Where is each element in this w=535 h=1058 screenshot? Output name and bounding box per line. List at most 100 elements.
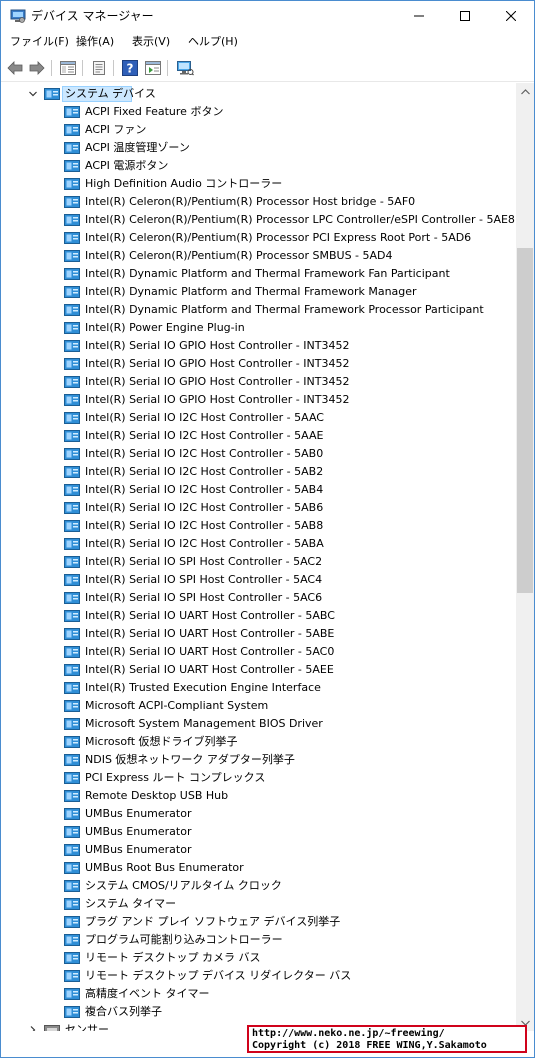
tree-item-device[interactable]: Intel(R) Dynamic Platform and Thermal Fr… xyxy=(1,265,516,283)
watermark-url: http://www.neko.ne.jp/~freewing/ xyxy=(252,1028,522,1040)
tree-item-label: Intel(R) Serial IO SPI Host Controller -… xyxy=(85,591,322,605)
system-device-icon xyxy=(64,177,80,191)
tree-item-label: 高精度イベント タイマー xyxy=(85,987,210,1001)
tree-item-device[interactable]: UMBus Enumerator xyxy=(1,805,516,823)
menu-file[interactable]: ファイル(F) xyxy=(10,35,69,49)
tree-item-device[interactable]: システム タイマー xyxy=(1,895,516,913)
system-device-icon xyxy=(64,537,80,551)
chevron-down-icon[interactable] xyxy=(28,89,38,99)
tree-item-device[interactable]: NDIS 仮想ネットワーク アダプター列挙子 xyxy=(1,751,516,769)
title-bar[interactable]: デバイス マネージャー xyxy=(1,1,534,31)
vertical-scrollbar[interactable] xyxy=(516,83,534,1031)
tree-item-device[interactable]: Intel(R) Dynamic Platform and Thermal Fr… xyxy=(1,301,516,319)
forward-button[interactable] xyxy=(28,59,46,77)
tree-item-label: Intel(R) Trusted Execution Engine Interf… xyxy=(85,681,321,695)
tree-item-device[interactable]: Intel(R) Celeron(R)/Pentium(R) Processor… xyxy=(1,229,516,247)
tree-item-device[interactable]: Intel(R) Serial IO UART Host Controller … xyxy=(1,661,516,679)
tree-item-label: Intel(R) Dynamic Platform and Thermal Fr… xyxy=(85,303,484,317)
show-hide-console-tree-button[interactable] xyxy=(59,59,77,77)
tree-item-device[interactable]: リモート デスクトップ カメラ バス xyxy=(1,949,516,967)
device-tree[interactable]: システム デバイス ACPI Fixed Feature ボタンACPI ファン… xyxy=(1,83,516,1031)
tree-item-device[interactable]: Intel(R) Serial IO UART Host Controller … xyxy=(1,643,516,661)
tree-item-label: Intel(R) Serial IO I2C Host Controller -… xyxy=(85,465,323,479)
tree-category-system-devices[interactable]: システム デバイス xyxy=(1,85,516,103)
tree-item-device[interactable]: Intel(R) Serial IO SPI Host Controller -… xyxy=(1,571,516,589)
tree-item-device[interactable]: システム CMOS/リアルタイム クロック xyxy=(1,877,516,895)
help-button[interactable]: ? xyxy=(121,59,139,77)
tree-item-device[interactable]: Intel(R) Serial IO UART Host Controller … xyxy=(1,607,516,625)
tree-item-label: Intel(R) Celeron(R)/Pentium(R) Processor… xyxy=(85,195,415,209)
tree-item-device[interactable]: Intel(R) Serial IO I2C Host Controller -… xyxy=(1,427,516,445)
tree-item-device[interactable]: Intel(R) Serial IO I2C Host Controller -… xyxy=(1,535,516,553)
close-button[interactable] xyxy=(488,1,534,31)
tree-item-device[interactable]: Intel(R) Serial IO GPIO Host Controller … xyxy=(1,355,516,373)
tree-item-device[interactable]: Intel(R) Dynamic Platform and Thermal Fr… xyxy=(1,283,516,301)
tree-item-device[interactable]: UMBus Enumerator xyxy=(1,841,516,859)
chevron-right-icon[interactable] xyxy=(28,1025,38,1031)
tree-item-device[interactable]: Intel(R) Celeron(R)/Pentium(R) Processor… xyxy=(1,247,516,265)
tree-item-device[interactable]: ACPI 電源ボタン xyxy=(1,157,516,175)
tree-item-device[interactable]: Intel(R) Serial IO GPIO Host Controller … xyxy=(1,337,516,355)
minimize-button[interactable] xyxy=(396,1,442,31)
menu-action[interactable]: 操作(A) xyxy=(76,35,114,49)
tree-item-device[interactable]: Microsoft System Management BIOS Driver xyxy=(1,715,516,733)
maximize-button[interactable] xyxy=(442,1,488,31)
tree-item-device[interactable]: Intel(R) Serial IO SPI Host Controller -… xyxy=(1,553,516,571)
tree-item-device[interactable]: ACPI 温度管理ゾーン xyxy=(1,139,516,157)
tree-item-device[interactable]: Microsoft 仮想ドライブ列挙子 xyxy=(1,733,516,751)
system-device-icon xyxy=(64,969,80,983)
system-device-icon xyxy=(64,717,80,731)
tree-item-label: Intel(R) Serial IO I2C Host Controller -… xyxy=(85,519,323,533)
tree-item-device[interactable]: Intel(R) Celeron(R)/Pentium(R) Processor… xyxy=(1,211,516,229)
tree-item-device[interactable]: UMBus Root Bus Enumerator xyxy=(1,859,516,877)
tree-item-device[interactable]: 高精度イベント タイマー xyxy=(1,985,516,1003)
toolbar-separator xyxy=(82,60,83,76)
tree-item-device[interactable]: UMBus Enumerator xyxy=(1,823,516,841)
tree-item-device[interactable]: Microsoft ACPI-Compliant System xyxy=(1,697,516,715)
menu-help[interactable]: ヘルプ(H) xyxy=(188,35,238,49)
tree-item-device[interactable]: プラグ アンド プレイ ソフトウェア デバイス列挙子 xyxy=(1,913,516,931)
scan-hardware-button[interactable] xyxy=(176,59,194,77)
tree-item-device[interactable]: Intel(R) Trusted Execution Engine Interf… xyxy=(1,679,516,697)
system-device-icon xyxy=(64,321,80,335)
tree-item-device[interactable]: Intel(R) Celeron(R)/Pentium(R) Processor… xyxy=(1,193,516,211)
tree-item-label: UMBus Root Bus Enumerator xyxy=(85,861,244,875)
tree-item-device[interactable]: Intel(R) Serial IO GPIO Host Controller … xyxy=(1,391,516,409)
tree-item-device[interactable]: プログラム可能割り込みコントローラー xyxy=(1,931,516,949)
tree-item-device[interactable]: Intel(R) Serial IO I2C Host Controller -… xyxy=(1,463,516,481)
properties-button[interactable] xyxy=(90,59,108,77)
tree-item-device[interactable]: High Definition Audio コントローラー xyxy=(1,175,516,193)
tree-item-device[interactable]: ACPI Fixed Feature ボタン xyxy=(1,103,516,121)
tree-item-device[interactable]: 複合バス列挙子 xyxy=(1,1003,516,1021)
scroll-thumb[interactable] xyxy=(517,248,533,593)
tree-item-label: システム CMOS/リアルタイム クロック xyxy=(85,879,282,893)
system-device-icon xyxy=(64,1005,80,1019)
tree-item-device[interactable]: Remote Desktop USB Hub xyxy=(1,787,516,805)
tree-item-label: Intel(R) Celeron(R)/Pentium(R) Processor… xyxy=(85,249,393,263)
tree-item-device[interactable]: PCI Express ルート コンプレックス xyxy=(1,769,516,787)
scroll-up-button[interactable] xyxy=(516,83,534,100)
tree-item-device[interactable]: ACPI ファン xyxy=(1,121,516,139)
menu-view[interactable]: 表示(V) xyxy=(132,35,170,49)
tree-item-label: ACPI 温度管理ゾーン xyxy=(85,141,190,155)
tree-item-device[interactable]: Intel(R) Serial IO GPIO Host Controller … xyxy=(1,373,516,391)
tree-item-device[interactable]: Intel(R) Serial IO I2C Host Controller -… xyxy=(1,517,516,535)
toolbar-separator xyxy=(51,60,52,76)
tree-item-label: UMBus Enumerator xyxy=(85,807,192,821)
maximize-icon xyxy=(460,11,470,21)
system-device-icon xyxy=(64,591,80,605)
tree-item-device[interactable]: Intel(R) Serial IO I2C Host Controller -… xyxy=(1,499,516,517)
tree-item-device[interactable]: リモート デスクトップ デバイス リダイレクター バス xyxy=(1,967,516,985)
tree-item-device[interactable]: Intel(R) Power Engine Plug-in xyxy=(1,319,516,337)
tree-item-device[interactable]: Intel(R) Serial IO SPI Host Controller -… xyxy=(1,589,516,607)
back-button[interactable] xyxy=(6,59,24,77)
tree-item-device[interactable]: Intel(R) Serial IO I2C Host Controller -… xyxy=(1,481,516,499)
action-pane-button[interactable] xyxy=(144,59,162,77)
system-device-icon xyxy=(64,429,80,443)
tree-item-device[interactable]: Intel(R) Serial IO I2C Host Controller -… xyxy=(1,445,516,463)
tree-item-label: High Definition Audio コントローラー xyxy=(85,177,282,191)
tree-item-label: リモート デスクトップ デバイス リダイレクター バス xyxy=(85,969,351,983)
system-device-icon xyxy=(64,879,80,893)
tree-item-device[interactable]: Intel(R) Serial IO I2C Host Controller -… xyxy=(1,409,516,427)
tree-item-device[interactable]: Intel(R) Serial IO UART Host Controller … xyxy=(1,625,516,643)
